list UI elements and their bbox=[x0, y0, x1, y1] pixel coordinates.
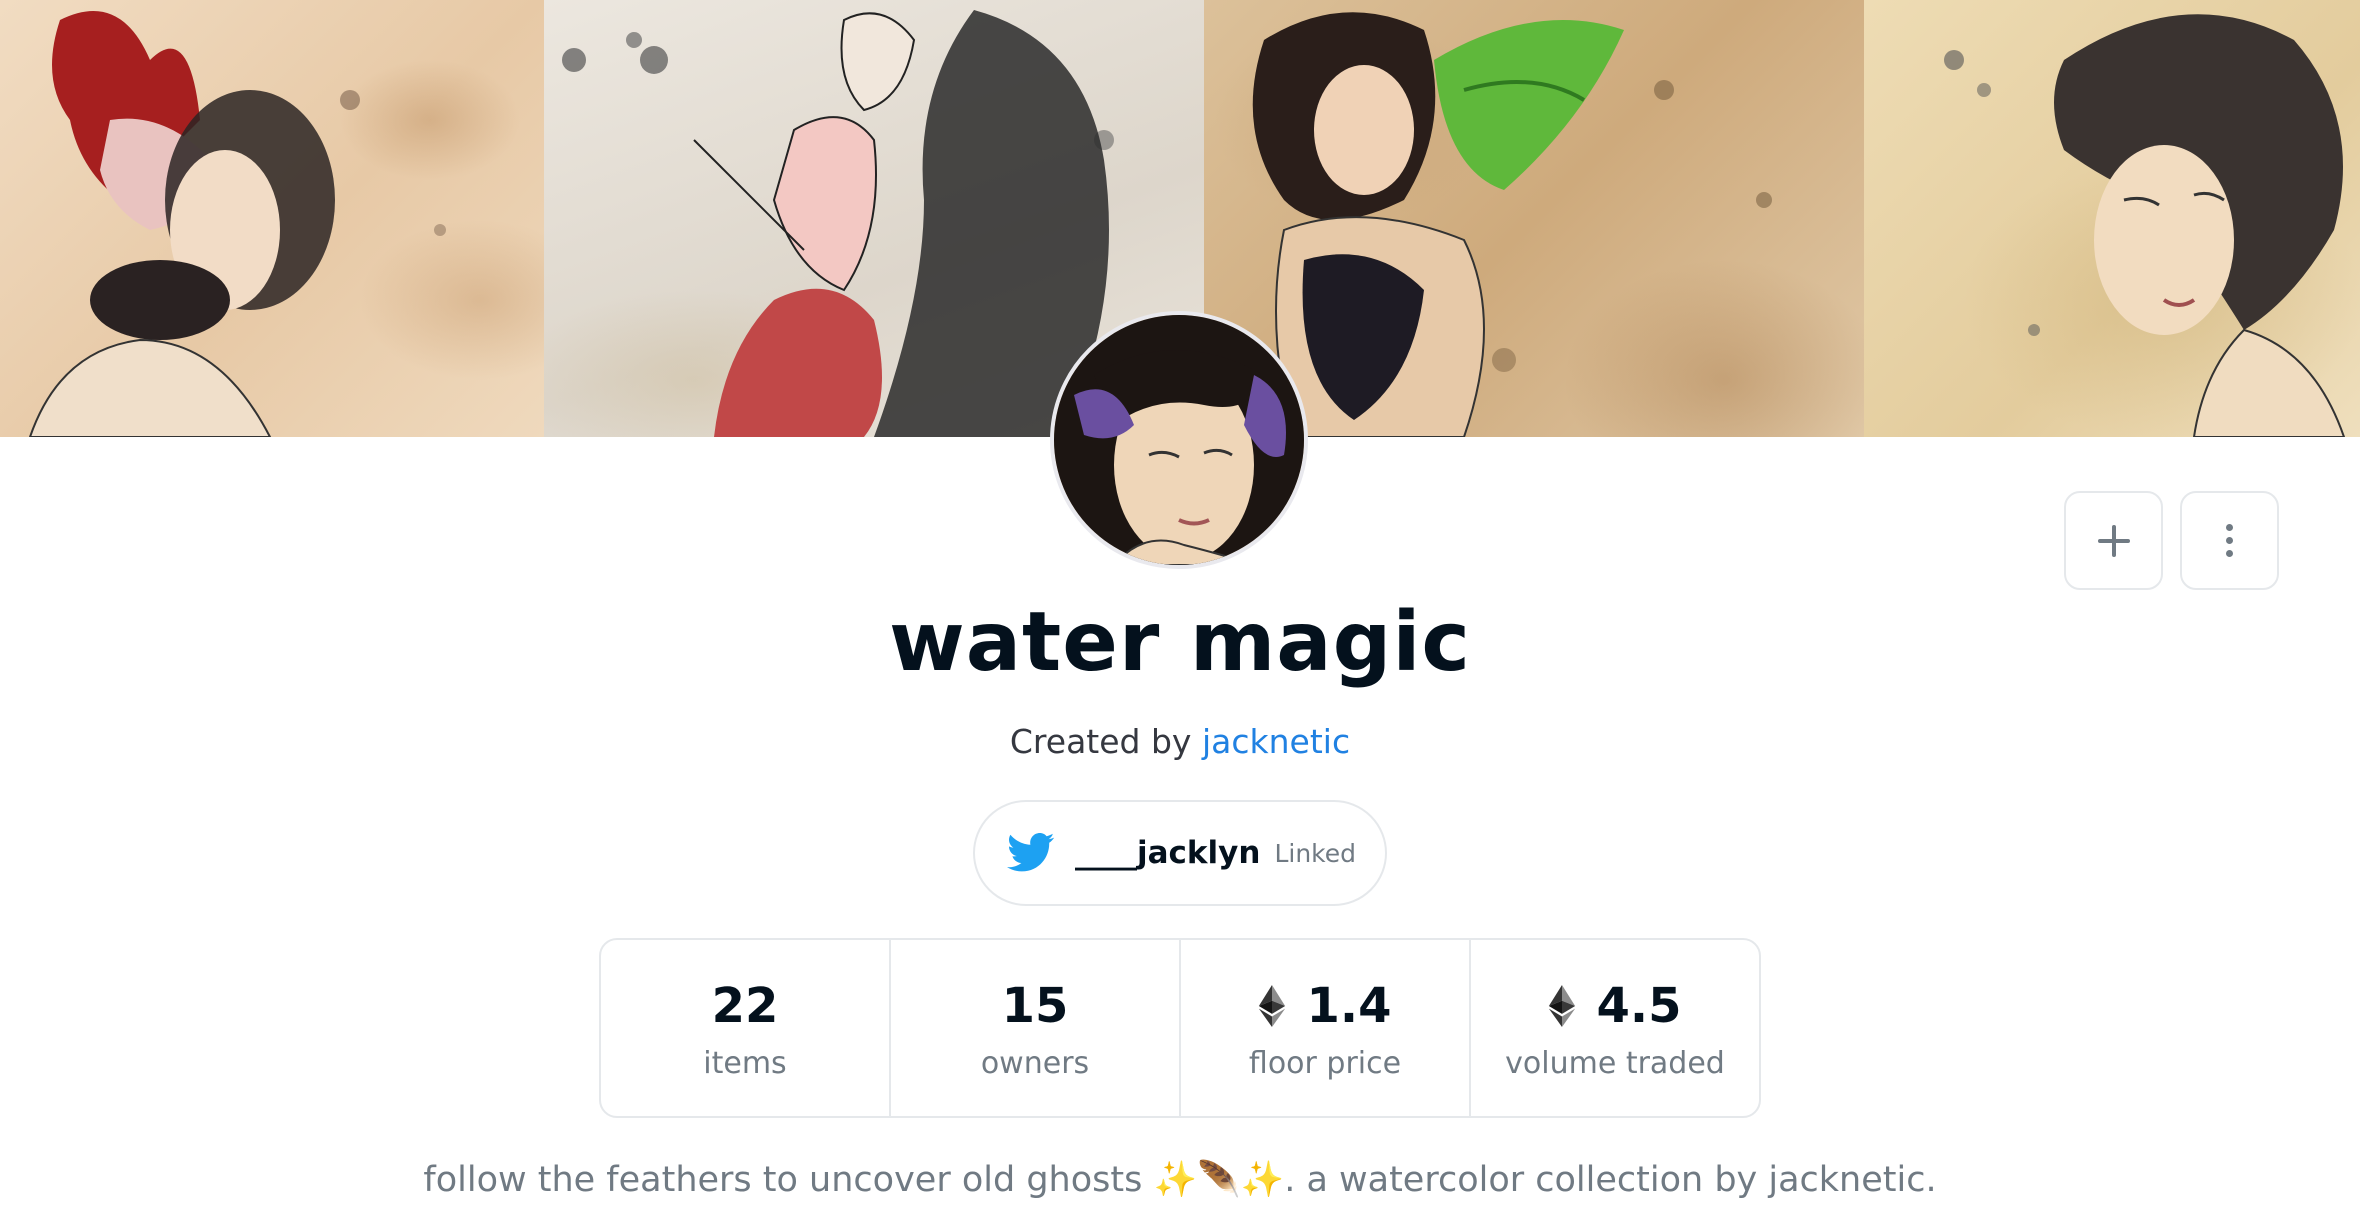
stat-floor-price[interactable]: 1.4 floor price bbox=[1179, 940, 1469, 1116]
more-options-button[interactable] bbox=[2180, 491, 2279, 590]
twitter-account-button[interactable]: ____jacklyn Linked bbox=[973, 800, 1387, 906]
creator-link[interactable]: jacknetic bbox=[1202, 722, 1350, 761]
collection-stats: 22 items 15 owners 1.4 floor price 4.5 v… bbox=[599, 938, 1761, 1118]
stat-items[interactable]: 22 items bbox=[601, 940, 889, 1116]
stat-owners-value: 15 bbox=[1001, 977, 1069, 1034]
stat-volume-traded[interactable]: 4.5 volume traded bbox=[1469, 940, 1759, 1116]
stat-floor-price-row: 1.4 bbox=[1258, 976, 1392, 1036]
twitter-bird-icon bbox=[1007, 833, 1055, 872]
stat-items-label: items bbox=[703, 1045, 787, 1081]
created-by-label: Created by bbox=[1009, 722, 1192, 761]
collection-avatar bbox=[1050, 311, 1308, 569]
stat-owners-label: owners bbox=[980, 1045, 1090, 1081]
banner-artwork-4 bbox=[1864, 0, 2360, 437]
banner-artwork-1 bbox=[0, 0, 544, 437]
twitter-handle: ____jacklyn bbox=[1075, 835, 1261, 871]
add-button[interactable] bbox=[2064, 491, 2163, 590]
stat-volume-traded-value: 4.5 bbox=[1596, 977, 1682, 1034]
ethereum-icon bbox=[1549, 984, 1576, 1027]
stat-volume-traded-label: volume traded bbox=[1505, 1045, 1725, 1081]
stat-floor-price-label: floor price bbox=[1248, 1045, 1402, 1081]
stat-owners[interactable]: 15 owners bbox=[889, 940, 1179, 1116]
ethereum-icon bbox=[1259, 984, 1286, 1027]
twitter-link-status: Linked bbox=[1274, 838, 1357, 868]
collection-title: water magic bbox=[888, 595, 1472, 690]
stat-items-value: 22 bbox=[711, 977, 779, 1034]
creator-line: Created by jacknetic bbox=[0, 718, 2360, 766]
banner-artwork-3 bbox=[1204, 0, 1864, 437]
stat-volume-traded-row: 4.5 bbox=[1548, 976, 1682, 1036]
collection-description: follow the feathers to uncover old ghost… bbox=[423, 1160, 1937, 1200]
plus-icon bbox=[2097, 524, 2130, 557]
stat-floor-price-value: 1.4 bbox=[1306, 977, 1392, 1034]
more-vertical-icon bbox=[2226, 524, 2233, 557]
